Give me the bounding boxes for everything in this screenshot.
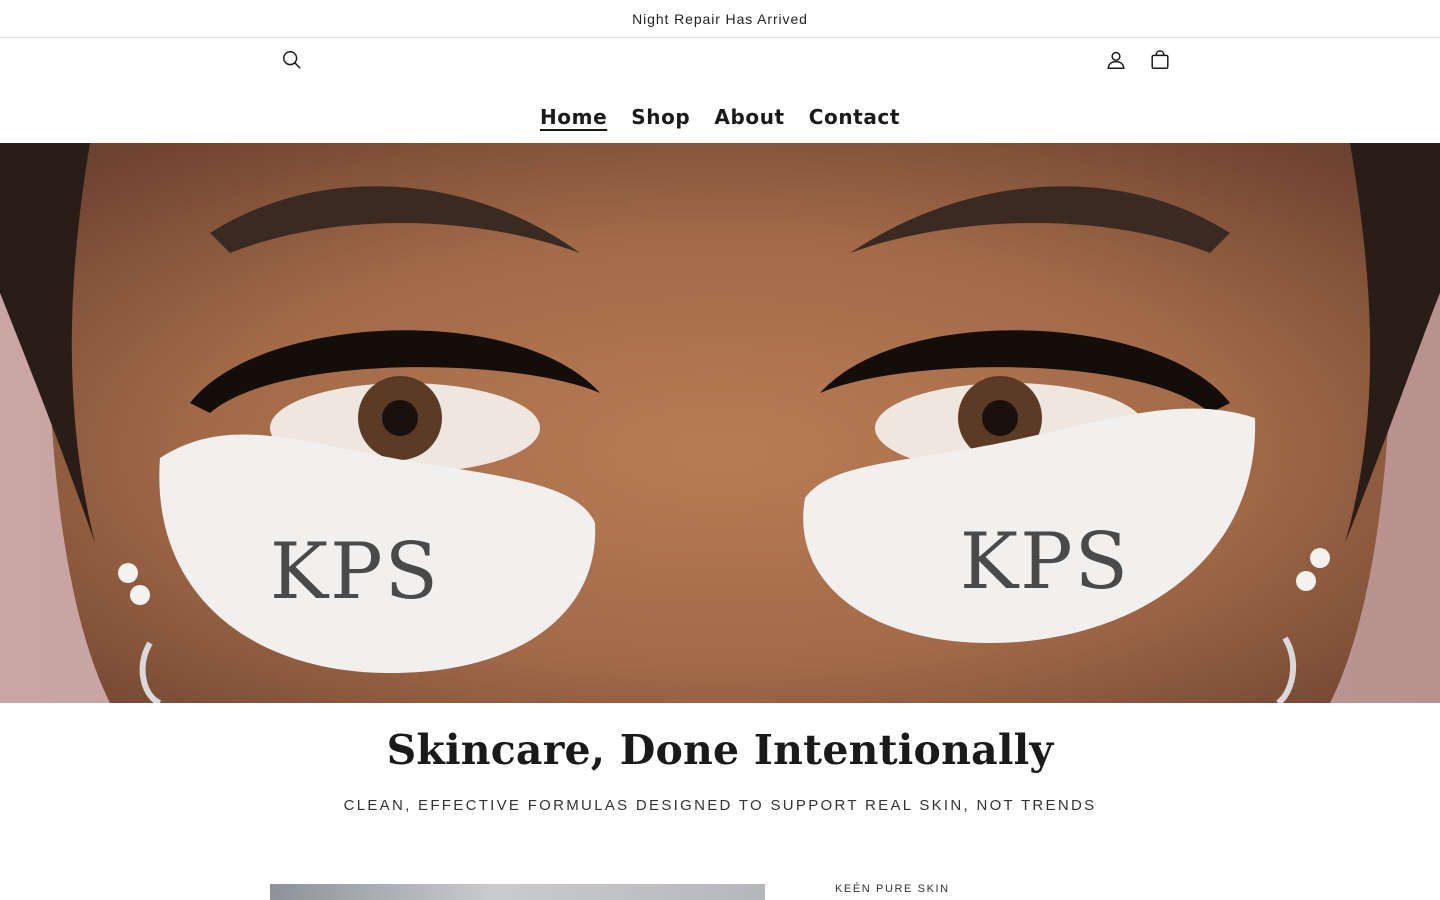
featured-brand-label: KEÉN PURE SKIN <box>835 883 950 895</box>
announcement-bar: Night Repair Has Arrived <box>0 0 1440 38</box>
page-headline: Skincare, Done Intentionally <box>386 726 1054 774</box>
main-nav: Home Shop About Contact <box>0 100 1440 134</box>
patch-logo-left: KPS <box>270 527 440 617</box>
nav-contact[interactable]: Contact <box>797 100 912 134</box>
hero-illustration: KPS KPS <box>0 143 1440 703</box>
featured-product-image[interactable] <box>270 884 765 900</box>
nav-home[interactable]: Home <box>528 100 619 134</box>
nav-about[interactable]: About <box>702 100 796 134</box>
hero-banner-image: KPS KPS <box>0 143 1440 703</box>
cart-icon[interactable] <box>1146 46 1174 74</box>
announcement-text: Night Repair Has Arrived <box>632 10 808 27</box>
account-icon[interactable] <box>1102 46 1130 74</box>
search-icon[interactable] <box>278 46 306 74</box>
nav-shop[interactable]: Shop <box>619 100 702 134</box>
patch-logo-right: KPS <box>960 517 1130 607</box>
page-subheadline: CLEAN, EFFECTIVE FORMULAS DESIGNED TO SU… <box>343 797 1097 814</box>
